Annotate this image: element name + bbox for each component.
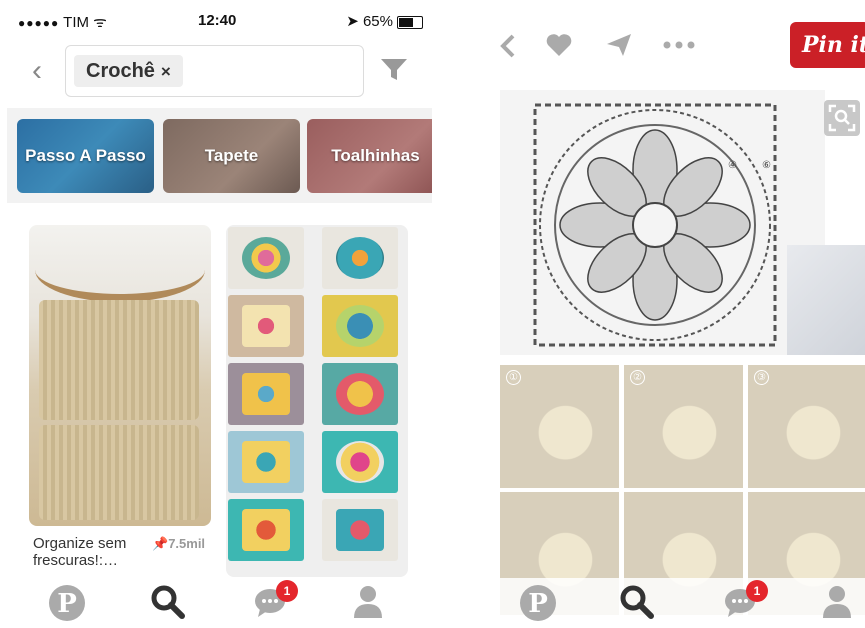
signal-dots: ●●●●● bbox=[18, 16, 60, 30]
filter-icon[interactable] bbox=[380, 58, 408, 82]
battery-status: ➤ 65% bbox=[346, 12, 423, 30]
carrier: ●●●●● TIM ᯤ bbox=[18, 12, 107, 32]
location-arrow-icon: ➤ bbox=[346, 13, 359, 30]
category-carousel[interactable]: Passo A Passo Tapete Toalhinhas bbox=[7, 108, 432, 203]
category-label: Toalhinhas bbox=[331, 146, 420, 165]
pin-it-button[interactable]: Pin it bbox=[790, 22, 865, 68]
battery-icon bbox=[397, 15, 423, 29]
tab-search[interactable] bbox=[150, 584, 186, 625]
diagram-step-4: ④ bbox=[728, 160, 737, 171]
send-icon[interactable] bbox=[605, 32, 633, 58]
tutorial-step-photo[interactable]: ② bbox=[624, 365, 743, 488]
organizer-bottom-pockets bbox=[39, 425, 199, 520]
granny-square bbox=[322, 227, 398, 289]
pin-icon: 📌 bbox=[152, 536, 169, 551]
heart-icon[interactable] bbox=[545, 32, 573, 58]
search-icon bbox=[151, 585, 185, 619]
granny-square bbox=[228, 363, 304, 425]
category-passo-a-passo[interactable]: Passo A Passo bbox=[17, 119, 154, 193]
tab-home[interactable]: P bbox=[519, 584, 557, 627]
tab-bar: P 1 bbox=[0, 578, 445, 628]
granny-square bbox=[228, 431, 304, 493]
zoom-search-icon[interactable] bbox=[824, 100, 860, 136]
search-results-screen: ●●●●● TIM ᯤ 12:40 ➤ 65% ‹ Crochê × Passo … bbox=[0, 0, 445, 628]
pinterest-logo-icon: P bbox=[520, 585, 556, 621]
granny-square bbox=[228, 227, 304, 289]
step-number: ① bbox=[506, 370, 521, 385]
back-icon[interactable] bbox=[499, 34, 517, 58]
granny-square bbox=[322, 295, 398, 357]
pin-image-organizer[interactable] bbox=[29, 225, 211, 526]
granny-square bbox=[322, 499, 398, 561]
doily-photo[interactable] bbox=[787, 245, 865, 355]
category-toalhinhas[interactable]: Toalhinhas bbox=[307, 119, 432, 193]
granny-square bbox=[322, 431, 398, 493]
carrier-label: TIM bbox=[63, 14, 89, 31]
tab-profile[interactable] bbox=[352, 584, 384, 625]
pin-count-value: 7.5mil bbox=[168, 536, 206, 551]
crochet-diagram-drawing: ④ ⑥ bbox=[533, 103, 777, 347]
tab-profile[interactable] bbox=[821, 584, 853, 625]
svg-text:P: P bbox=[528, 589, 548, 619]
tab-home[interactable]: P bbox=[48, 584, 86, 627]
battery-fill bbox=[399, 17, 414, 27]
pin-detail-header: Pin it bbox=[497, 0, 865, 90]
pin-title[interactable]: Organize sem frescuras!:… bbox=[33, 535, 143, 569]
step-number: ③ bbox=[754, 370, 769, 385]
status-bar: ●●●●● TIM ᯤ 12:40 ➤ 65% bbox=[0, 0, 445, 40]
pin-detail-screen: Pin it ④ ⑥ ① ② ③ P 1 bbox=[497, 0, 865, 628]
pinterest-logo-icon: P bbox=[49, 585, 85, 621]
search-chip[interactable]: Crochê × bbox=[74, 55, 183, 87]
more-icon[interactable] bbox=[663, 40, 695, 50]
tab-bar: P 1 bbox=[497, 578, 865, 628]
messages-badge: 1 bbox=[746, 580, 768, 602]
granny-square bbox=[228, 499, 304, 561]
back-chevron-icon[interactable]: ‹ bbox=[32, 56, 42, 86]
messages-badge: 1 bbox=[276, 580, 298, 602]
granny-square bbox=[322, 363, 398, 425]
crochet-diagram-image[interactable]: ④ ⑥ bbox=[500, 90, 825, 355]
granny-square bbox=[228, 295, 304, 357]
remove-chip-icon[interactable]: × bbox=[161, 62, 171, 81]
profile-icon bbox=[354, 586, 382, 618]
profile-icon bbox=[823, 586, 851, 618]
search-input[interactable]: Crochê × bbox=[65, 45, 364, 97]
search-chip-label: Crochê bbox=[86, 60, 155, 82]
tab-messages[interactable]: 1 bbox=[722, 580, 768, 625]
category-tapete[interactable]: Tapete bbox=[163, 119, 300, 193]
tutorial-step-photo[interactable]: ③ bbox=[748, 365, 865, 488]
diagram-step-6: ⑥ bbox=[762, 160, 771, 171]
tutorial-step-photo[interactable]: ① bbox=[500, 365, 619, 488]
svg-text:P: P bbox=[57, 589, 77, 619]
hanger-graphic bbox=[35, 270, 205, 302]
search-icon bbox=[620, 585, 654, 619]
organizer-top-pockets bbox=[39, 300, 199, 420]
step-number: ② bbox=[630, 370, 645, 385]
tab-search[interactable] bbox=[619, 584, 655, 625]
category-label: Passo A Passo bbox=[25, 146, 146, 165]
pin-image-granny-squares[interactable] bbox=[226, 225, 408, 577]
battery-percent: 65% bbox=[362, 13, 393, 30]
clock: 12:40 bbox=[198, 12, 237, 29]
tab-messages[interactable]: 1 bbox=[252, 580, 298, 625]
wifi-icon: ᯤ bbox=[93, 14, 107, 31]
category-label: Tapete bbox=[204, 146, 259, 165]
pin-count: 📌7.5mil bbox=[152, 536, 205, 552]
